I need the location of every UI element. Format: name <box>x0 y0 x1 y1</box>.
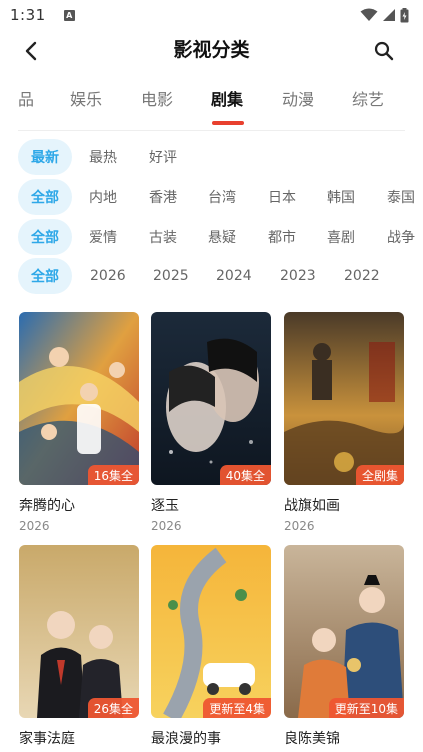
filter-year-2024[interactable]: 2024 <box>216 258 252 294</box>
status-time: 1:31 <box>10 6 46 24</box>
show-card[interactable]: 16集全 奔腾的心 2026 <box>19 312 139 533</box>
episode-badge: 16集全 <box>87 465 139 485</box>
show-title: 家事法庭 <box>19 731 75 747</box>
poster-image <box>284 312 404 485</box>
filter-year-2026[interactable]: 2026 <box>90 258 126 294</box>
show-year: 2026 <box>19 519 50 533</box>
filter-year-2023[interactable]: 2023 <box>280 258 316 294</box>
filter-row-genre: 全部 爱情 古装 悬疑 都市 喜剧 战争 <box>0 219 423 255</box>
category-tabs: 品 娱乐 电影 剧集 动漫 综艺 <box>0 78 423 130</box>
episode-badge: 26集全 <box>87 698 139 718</box>
filter-genre-romance[interactable]: 爱情 <box>89 219 117 255</box>
show-title: 战旗如画 <box>284 498 340 514</box>
poster-image <box>151 545 271 718</box>
tab-active-indicator <box>212 121 244 125</box>
poster-image <box>19 545 139 718</box>
show-title: 良陈美锦 <box>284 731 340 747</box>
filter-region-taiwan[interactable]: 台湾 <box>208 179 236 215</box>
show-card[interactable]: 26集全 家事法庭 <box>19 545 139 752</box>
episode-badge: 更新至4集 <box>203 698 271 718</box>
filter-genre-costume[interactable]: 古装 <box>149 219 177 255</box>
filter-year-all[interactable]: 全部 <box>18 258 72 294</box>
show-card[interactable]: 40集全 逐玉 2026 <box>151 312 271 533</box>
poster-image <box>19 312 139 485</box>
tab-movies[interactable]: 电影 <box>141 86 173 110</box>
filter-row-year: 全部 2026 2025 2024 2023 2022 <box>0 258 423 294</box>
show-card[interactable]: 全剧集 战旗如画 2026 <box>284 312 404 533</box>
show-poster[interactable]: 26集全 <box>19 545 139 718</box>
tab-entertainment[interactable]: 娱乐 <box>70 86 102 110</box>
poster-image <box>284 545 404 718</box>
notification-icon: A <box>63 9 75 21</box>
tab-series[interactable]: 剧集 <box>211 86 243 110</box>
episode-badge: 更新至10集 <box>328 698 404 718</box>
show-title: 逐玉 <box>151 498 179 514</box>
search-icon <box>374 41 394 61</box>
show-poster[interactable]: 40集全 <box>151 312 271 485</box>
show-card[interactable]: 更新至4集 最浪漫的事 <box>151 545 271 752</box>
filter-row-region: 全部 内地 香港 台湾 日本 韩国 泰国 <box>0 179 423 215</box>
show-poster[interactable]: 全剧集 <box>284 312 404 485</box>
filter-region-mainland[interactable]: 内地 <box>89 179 117 215</box>
episode-badge: 40集全 <box>219 465 271 485</box>
filter-genre-all[interactable]: 全部 <box>18 219 72 255</box>
filter-region-all[interactable]: 全部 <box>18 179 72 215</box>
filter-year-2022[interactable]: 2022 <box>344 258 380 294</box>
show-poster[interactable]: 16集全 <box>19 312 139 485</box>
filter-genre-war[interactable]: 战争 <box>387 219 415 255</box>
show-poster[interactable]: 更新至4集 <box>151 545 271 718</box>
status-bar: 1:31 A <box>0 0 423 30</box>
tab-variety[interactable]: 综艺 <box>352 86 384 110</box>
show-poster[interactable]: 更新至10集 <box>284 545 404 718</box>
filter-genre-suspense[interactable]: 悬疑 <box>208 219 236 255</box>
poster-image <box>151 312 271 485</box>
filter-region-thailand[interactable]: 泰国 <box>387 179 415 215</box>
page-title: 影视分类 <box>173 39 250 61</box>
tabs-divider <box>18 130 405 131</box>
filter-region-korea[interactable]: 韩国 <box>327 179 355 215</box>
wifi-icon <box>360 8 378 21</box>
show-year: 2026 <box>284 519 315 533</box>
signal-icon <box>383 9 395 21</box>
battery-icon <box>400 7 409 22</box>
filter-row-sort: 最新 最热 好评 <box>0 139 423 175</box>
filter-sort-latest[interactable]: 最新 <box>18 139 72 175</box>
show-title: 奔腾的心 <box>19 498 75 514</box>
show-title: 最浪漫的事 <box>151 731 221 747</box>
filter-sort-hot[interactable]: 最热 <box>89 139 117 175</box>
show-card[interactable]: 更新至10集 良陈美锦 <box>284 545 404 752</box>
filter-year-2025[interactable]: 2025 <box>153 258 189 294</box>
show-year: 2026 <box>151 519 182 533</box>
app-header: 影视分类 <box>0 30 423 70</box>
filter-region-hongkong[interactable]: 香港 <box>149 179 177 215</box>
tab-pin[interactable]: 品 <box>18 86 34 110</box>
tab-anime[interactable]: 动漫 <box>282 86 314 110</box>
filter-sort-rating[interactable]: 好评 <box>149 139 177 175</box>
filter-region-japan[interactable]: 日本 <box>268 179 296 215</box>
filter-genre-comedy[interactable]: 喜剧 <box>327 219 355 255</box>
search-button[interactable] <box>369 36 399 66</box>
filter-genre-urban[interactable]: 都市 <box>268 219 296 255</box>
episode-badge: 全剧集 <box>355 465 404 485</box>
